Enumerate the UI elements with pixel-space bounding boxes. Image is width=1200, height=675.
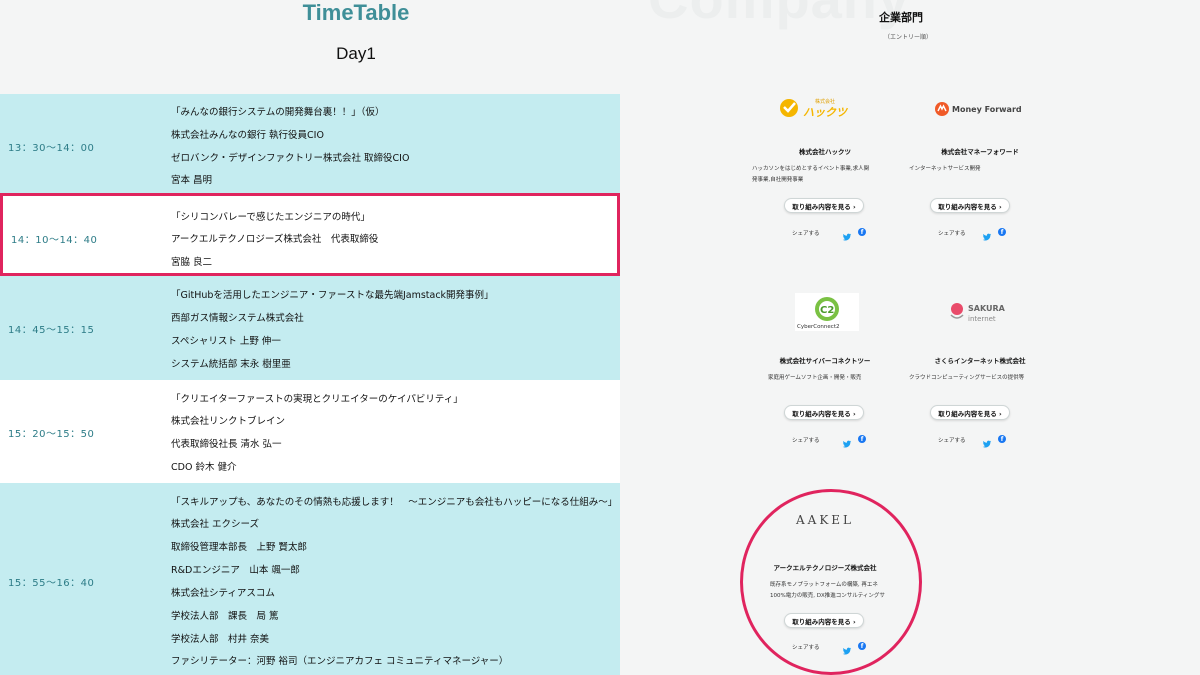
share-label: シェアする <box>792 438 820 444</box>
session-speaker: 西部ガス情報システム株式会社 <box>171 313 304 324</box>
session-speaker: スペシャリスト 上野 伸一 <box>171 336 281 347</box>
facebook-icon[interactable]: f <box>858 228 866 236</box>
session-speaker: 学校法人部 課長 局 篤 <box>171 611 279 622</box>
session-speaker: アークエルテクノロジーズ株式会社 代表取締役 <box>171 234 379 245</box>
session-time: 13：30〜14：00 <box>8 143 95 154</box>
hackz-logo: 株式会社 ハックツ <box>775 88 875 126</box>
company-desc: インターネットサービス開発 <box>909 164 1059 175</box>
section-title: 企業部門 <box>879 11 923 24</box>
company-name: さくらインターネット株式会社 <box>934 357 1026 365</box>
share-label: シェアする <box>792 231 820 237</box>
session-title: 「クリエイターファーストの実現とクリエイターのケイパビリティ」 <box>171 394 463 405</box>
facebook-icon[interactable]: f <box>998 435 1006 443</box>
company-desc: ハッカソンをはじめとするイベント事業,求人関 発事業,自社開発事業 <box>752 164 902 186</box>
session-speaker: 学校法人部 村井 奈美 <box>171 634 270 645</box>
session-title: 「スキルアップも、あなたのその情熱も応援します！ 〜エンジニアも会社もハッピーに… <box>171 497 618 508</box>
view-details-button[interactable]: 取り組み内容を見る › <box>784 198 864 213</box>
company-panel: Company 企業部門 （エントリー順） 株式会社 ハックツ 株式会社ハックツ… <box>620 0 1200 675</box>
view-details-button[interactable]: 取り組み内容を見る › <box>784 405 864 420</box>
company-card-moneyforward: Money Forward 株式会社マネーフォワード インターネットサービス開発… <box>895 88 1065 248</box>
company-desc-line: クラウドコンピューティングサービスの提供等 <box>909 375 1025 381</box>
session-speaker: R&Dエンジニア 山本 颯一郎 <box>171 565 300 576</box>
hackz-logo-text: ハックツ <box>803 106 849 119</box>
session-speaker: 株式会社 エクシーズ <box>171 519 260 530</box>
session-speaker: システム統括部 末永 樹里亜 <box>171 359 291 370</box>
session-time: 15：20〜15：50 <box>8 429 95 440</box>
company-desc-line: インターネットサービス開発 <box>909 166 981 172</box>
timetable-title: TimeTable <box>302 0 410 25</box>
company-name: 株式会社ハックツ <box>799 148 851 156</box>
session-row[interactable]: 15：20〜15：50 「クリエイターファーストの実現とクリエイターのケイパビリ… <box>0 380 620 483</box>
session-speaker: 宮脇 良二 <box>171 257 213 268</box>
session-speaker: 取締役管理本部長 上野 賢太郎 <box>171 542 308 553</box>
session-row[interactable]: 15：55〜16：40 「スキルアップも、あなたのその情熱も応援します！ 〜エン… <box>0 483 620 675</box>
moneyforward-logo-text: Money Forward <box>952 105 1022 114</box>
session-speaker: 株式会社リンクトブレイン <box>171 416 286 427</box>
facebook-icon[interactable]: f <box>998 228 1006 236</box>
company-desc: クラウドコンピューティングサービスの提供等 <box>909 373 1059 384</box>
twitter-icon[interactable] <box>842 227 852 241</box>
svg-text:C2: C2 <box>820 305 834 316</box>
company-name: 株式会社サイバーコネクトツー <box>779 357 871 365</box>
session-row-selected[interactable]: 14：10〜14：40 「シリコンバレーで感じたエンジニアの時代」 アークエルテ… <box>0 193 620 276</box>
session-time: 14：45〜15：15 <box>8 325 95 336</box>
session-speaker: ゼロバンク・デザインファクトリー株式会社 取締役CIO <box>171 153 410 164</box>
session-speaker: CDO 鈴木 健介 <box>171 462 237 473</box>
company-watermark: Company <box>648 0 910 31</box>
company-card-sakura: SAKURA internet さくらインターネット株式会社 クラウドコンピュー… <box>895 293 1065 453</box>
session-speaker: ファシリテーター：河野 裕司（エンジニアカフェ コミュニティマネージャー） <box>171 656 509 667</box>
cyberconnect2-logo-text: CyberConnect2 <box>797 324 839 330</box>
session-title: 「GitHubを活用したエンジニア・ファーストな最先端Jamstack開発事例」 <box>171 290 494 301</box>
session-title: 「みんなの銀行システムの開発舞台裏！！」（仮） <box>171 107 385 118</box>
twitter-icon[interactable] <box>982 434 992 448</box>
session-speaker: 株式会社みんなの銀行 執行役員CIO <box>171 130 324 141</box>
section-subtitle: （エントリー順） <box>884 34 933 41</box>
session-row[interactable]: 13：30〜14：00 「みんなの銀行システムの開発舞台裏！！」（仮） 株式会社… <box>0 94 620 193</box>
session-speaker: 株式会社シティアスコム <box>171 588 275 599</box>
company-desc-line: ハッカソンをはじめとするイベント事業,求人関 <box>752 166 870 172</box>
view-details-button[interactable]: 取り組み内容を見る › <box>930 405 1010 420</box>
hackz-logo-sub: 株式会社 <box>815 98 835 105</box>
company-name: 株式会社マネーフォワード <box>941 148 1019 156</box>
view-details-button[interactable]: 取り組み内容を見る › <box>930 198 1010 213</box>
session-row[interactable]: 14：45〜15：15 「GitHubを活用したエンジニア・ファーストな最先端J… <box>0 276 620 380</box>
twitter-icon[interactable] <box>982 227 992 241</box>
share-label: シェアする <box>938 231 966 237</box>
session-time: 14：10〜14：40 <box>11 235 98 246</box>
sakura-logo: SAKURA internet <box>930 293 1030 331</box>
company-card-cyberconnect2: C2 CyberConnect2 株式会社サイバーコネクトツー 家庭用ゲームソフ… <box>740 293 910 453</box>
session-speaker: 代表取締役社長 清水 弘一 <box>171 439 282 450</box>
share-label: シェアする <box>938 438 966 444</box>
company-card-hackz: 株式会社 ハックツ 株式会社ハックツ ハッカソンをはじめとするイベント事業,求人… <box>740 88 910 248</box>
moneyforward-logo: Money Forward <box>930 88 1030 126</box>
highlight-circle <box>740 489 922 675</box>
session-title: 「シリコンバレーで感じたエンジニアの時代」 <box>171 212 370 223</box>
cyberconnect2-logo: C2 CyberConnect2 <box>795 293 859 331</box>
timetable-panel: TimeTable Day1 13：30〜14：00 「みんなの銀行システムの開… <box>0 0 620 675</box>
session-time: 15：55〜16：40 <box>8 578 95 589</box>
twitter-icon[interactable] <box>842 434 852 448</box>
session-speaker: 宮本 昌明 <box>171 175 213 186</box>
day-title: Day1 <box>336 44 376 63</box>
sakura-logo-text: SAKURA <box>968 304 1006 313</box>
facebook-icon[interactable]: f <box>858 435 866 443</box>
sakura-logo-sub: internet <box>968 315 996 323</box>
company-desc-line: 発事業,自社開発事業 <box>752 177 804 183</box>
